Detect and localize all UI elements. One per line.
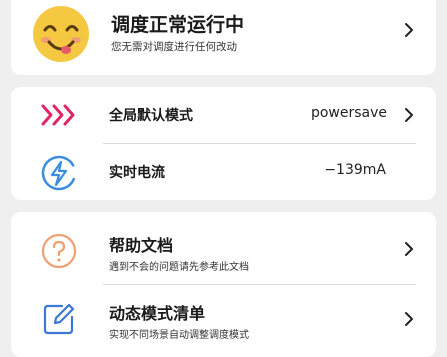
help-docs-row[interactable]: 帮助文档 遇到不会的问题请先参考此文档 <box>11 212 436 283</box>
mode-list-title: 动态模式清单 <box>109 304 206 323</box>
mode-list-row[interactable]: 动态模式清单 实现不同场景自动调整调度模式 <box>11 285 436 357</box>
mode-card: 全局默认模式 powersave 实时电流 −139mA <box>11 87 436 200</box>
current-value: −139mA <box>324 162 386 178</box>
chevron-right-icon <box>405 312 413 326</box>
question-circle-icon <box>40 232 78 270</box>
current-label: 实时电流 <box>109 165 165 181</box>
global-mode-row[interactable]: 全局默认模式 powersave <box>11 87 436 143</box>
status-subtitle: 您无需对调度进行任何改动 <box>111 41 237 53</box>
global-mode-value: powersave <box>310 105 387 121</box>
chevron-right-icon <box>405 23 413 37</box>
lightning-bolt-icon <box>40 154 78 192</box>
status-title: 调度正常运行中 <box>111 14 245 36</box>
status-card[interactable]: 调度正常运行中 您无需对调度进行任何改动 <box>11 0 436 75</box>
edit-note-icon <box>40 300 78 338</box>
help-docs-title: 帮助文档 <box>109 236 174 255</box>
chevron-right-icon <box>405 242 413 256</box>
mode-list-subtitle: 实现不同场景自动调整调度模式 <box>109 330 249 341</box>
triple-chevron-icon <box>39 101 79 129</box>
global-mode-label: 全局默认模式 <box>109 108 193 124</box>
chevron-right-icon <box>405 108 413 122</box>
help-card: 帮助文档 遇到不会的问题请先参考此文档 动态模式清单 实现不同场景自动调整调度模… <box>11 212 436 357</box>
smiley-face-icon <box>31 4 91 64</box>
help-docs-subtitle: 遇到不会的问题请先参考此文档 <box>109 262 249 273</box>
current-row: 实时电流 −139mA <box>11 144 436 200</box>
